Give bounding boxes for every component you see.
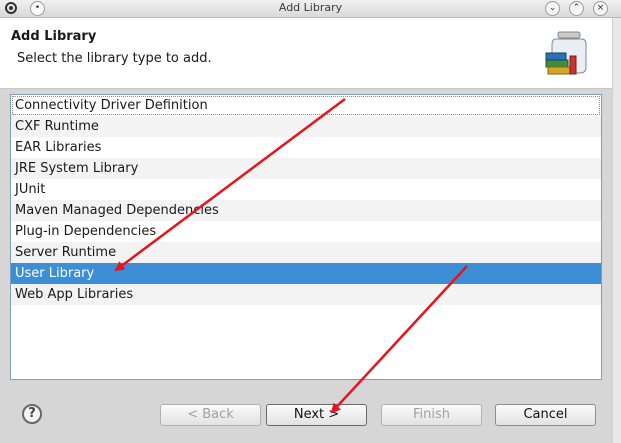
list-item[interactable]: JUnit [11,179,601,200]
close-icon[interactable]: × [593,1,608,16]
list-item[interactable]: Web App Libraries [11,284,601,305]
title-bar: • Add Library ⌄ ⌃ × [0,0,621,18]
cancel-button[interactable]: Cancel [495,404,596,426]
minimize-icon[interactable]: ⌄ [545,1,560,16]
page-title: Add Library [11,29,97,44]
next-button[interactable]: Next > [266,404,367,426]
list-item[interactable]: CXF Runtime [11,116,601,137]
wizard-header: Add Library Select the library type to a… [0,18,617,89]
list-item[interactable]: JRE System Library [11,158,601,179]
finish-button[interactable]: Finish [381,404,482,426]
library-jar-icon [545,31,587,75]
list-item[interactable]: Connectivity Driver Definition [11,95,601,116]
back-button[interactable]: < Back [160,404,261,426]
list-item[interactable]: EAR Libraries [11,137,601,158]
window-title: Add Library [278,1,343,14]
library-type-list[interactable]: Connectivity Driver Definition CXF Runti… [10,94,602,380]
help-icon[interactable]: ? [22,404,42,424]
list-item[interactable]: Server Runtime [11,242,601,263]
list-item[interactable]: Plug-in Dependencies [11,221,601,242]
list-item-selected[interactable]: User Library [11,263,601,284]
list-item[interactable]: Maven Managed Dependencies [11,200,601,221]
background-strip [612,18,621,443]
page-description: Select the library type to add. [17,51,212,66]
maximize-icon[interactable]: ⌃ [569,1,584,16]
